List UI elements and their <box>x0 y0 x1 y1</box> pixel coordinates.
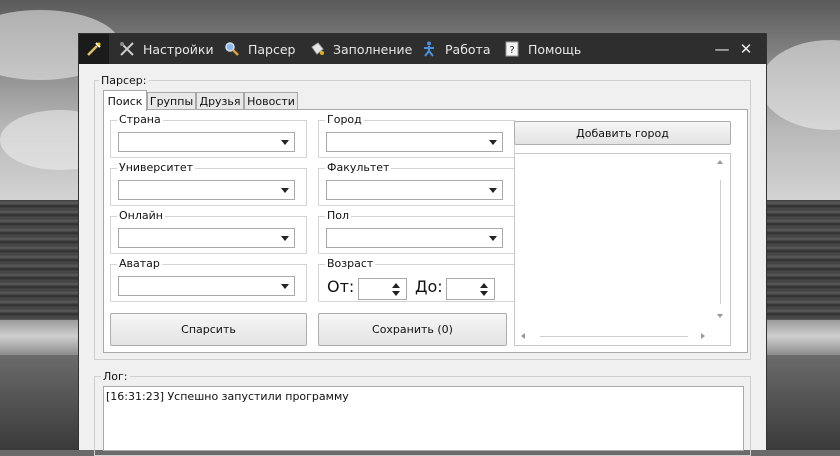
parse-button-label: Спарсить <box>181 323 236 336</box>
menu-settings-label: Настройки <box>143 41 214 57</box>
spin-down-icon <box>480 291 488 296</box>
spin-down-icon <box>392 291 400 296</box>
svg-text:?: ? <box>509 45 514 56</box>
chevron-down-icon <box>489 140 497 145</box>
online-label: Онлайн <box>117 209 165 222</box>
tab-news[interactable]: Новости <box>244 92 298 110</box>
university-group: Университет <box>110 161 307 206</box>
country-select[interactable] <box>118 132 295 152</box>
vertical-scrollbar[interactable] <box>720 180 721 304</box>
age-to-label: До: <box>415 277 443 296</box>
city-list[interactable] <box>514 153 731 346</box>
country-group: Страна <box>110 113 307 158</box>
menu-parser[interactable]: Парсер <box>223 34 296 64</box>
close-button[interactable]: ✕ <box>735 34 757 64</box>
bucket-icon <box>308 40 326 58</box>
gender-select[interactable] <box>326 228 503 248</box>
tab-news-label: Новости <box>247 95 295 108</box>
tab-friends-label: Друзья <box>199 95 241 108</box>
menu-settings[interactable]: Настройки <box>118 34 214 64</box>
horizontal-scrollbar[interactable] <box>540 336 688 337</box>
chevron-down-icon <box>489 188 497 193</box>
parse-button[interactable]: Спарсить <box>110 313 307 346</box>
log-line: [16:31:23] Успешно запустили программу <box>106 390 349 403</box>
age-group: Возраст От: До: <box>318 257 515 302</box>
tab-search-label: Поиск <box>107 94 143 108</box>
tab-groups[interactable]: Группы <box>147 92 196 110</box>
chevron-down-icon <box>281 140 289 145</box>
tab-search[interactable]: Поиск <box>103 90 147 111</box>
parser-group-title: Парсер: <box>99 74 149 87</box>
menu-work[interactable]: Работа <box>420 34 491 64</box>
spin-up-icon <box>392 283 400 288</box>
chevron-down-icon <box>281 284 289 289</box>
minimize-button[interactable]: — <box>711 34 733 64</box>
age-from-spinner[interactable] <box>358 278 407 300</box>
university-select[interactable] <box>118 180 295 200</box>
age-from-label: От: <box>327 277 355 296</box>
menu-bar: Настройки Парсер Заполнение Работа ? Пом… <box>79 34 766 64</box>
app-logo-icon[interactable] <box>79 34 109 64</box>
faculty-label: Факультет <box>325 161 392 174</box>
menu-help[interactable]: ? Помощь <box>503 34 581 64</box>
scroll-down-icon[interactable] <box>717 314 723 318</box>
chevron-down-icon <box>281 236 289 241</box>
gender-label: Пол <box>325 209 352 222</box>
faculty-group: Факультет <box>318 161 515 206</box>
menu-help-label: Помощь <box>528 41 582 57</box>
city-group: Город <box>318 113 515 158</box>
avatar-select[interactable] <box>118 276 295 296</box>
university-label: Университет <box>117 161 196 174</box>
log-textarea[interactable]: [16:31:23] Успешно запустили программу <box>103 386 744 451</box>
menu-fill[interactable]: Заполнение <box>308 34 412 64</box>
running-man-icon <box>420 40 438 58</box>
online-select[interactable] <box>118 228 295 248</box>
spin-up-icon <box>480 283 488 288</box>
tab-groups-label: Группы <box>149 95 194 108</box>
chevron-down-icon <box>281 188 289 193</box>
country-label: Страна <box>117 113 163 126</box>
app-window: Настройки Парсер Заполнение Работа ? Пом… <box>78 33 767 456</box>
gender-group: Пол <box>318 209 515 254</box>
save-button[interactable]: Сохранить (0) <box>318 313 507 346</box>
age-label: Возраст <box>325 257 376 270</box>
log-group-title: Лог: <box>101 370 130 383</box>
faculty-select[interactable] <box>326 180 503 200</box>
scroll-left-icon[interactable] <box>521 333 525 339</box>
scroll-right-icon[interactable] <box>701 333 705 339</box>
tab-friends[interactable]: Друзья <box>196 92 244 110</box>
city-label: Город <box>325 113 364 126</box>
help-icon: ? <box>503 40 521 58</box>
city-select[interactable] <box>326 132 503 152</box>
menu-fill-label: Заполнение <box>333 41 413 57</box>
add-city-button[interactable]: Добавить город <box>514 121 731 145</box>
tools-icon <box>118 40 136 58</box>
scroll-up-icon[interactable] <box>717 160 723 164</box>
magnifier-icon <box>223 40 241 58</box>
avatar-label: Аватар <box>117 257 162 270</box>
save-button-label: Сохранить (0) <box>372 323 453 336</box>
chevron-down-icon <box>489 236 497 241</box>
menu-work-label: Работа <box>445 41 491 57</box>
age-to-spinner[interactable] <box>446 278 495 300</box>
online-group: Онлайн <box>110 209 307 254</box>
minimize-icon: — <box>714 40 730 58</box>
menu-parser-label: Парсер <box>248 41 296 57</box>
avatar-group: Аватар <box>110 257 307 302</box>
add-city-button-label: Добавить город <box>576 126 669 140</box>
close-icon: ✕ <box>739 40 753 58</box>
